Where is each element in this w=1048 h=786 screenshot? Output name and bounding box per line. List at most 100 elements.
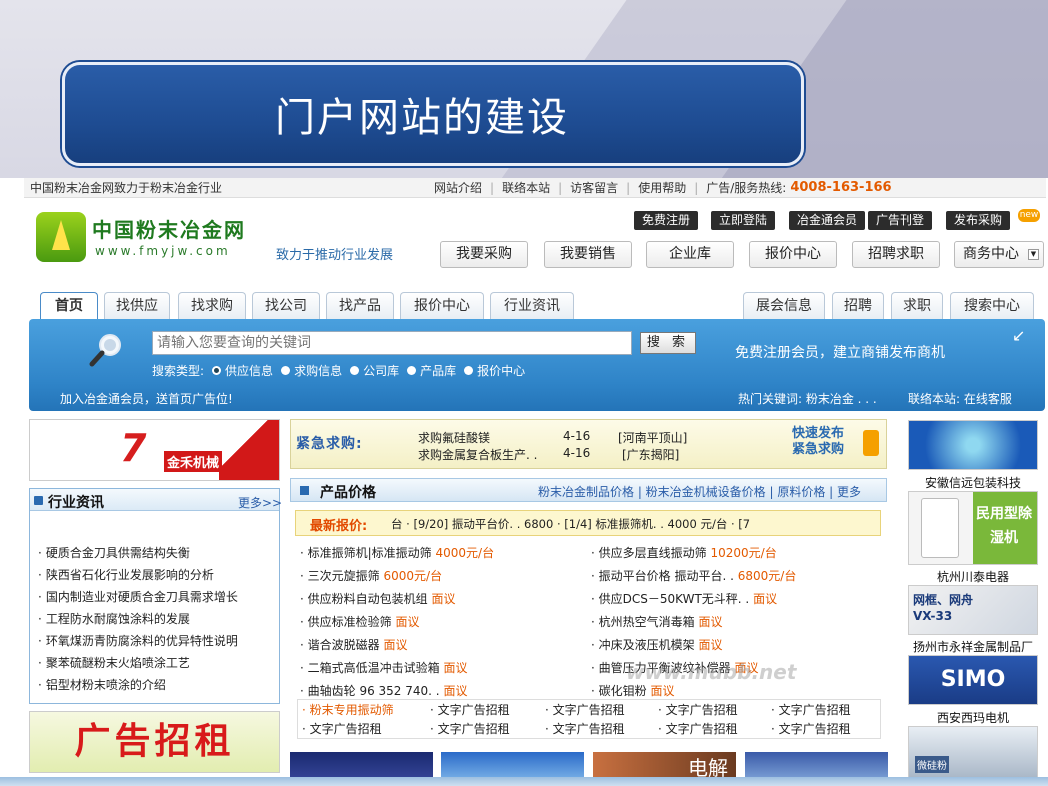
right-ad-simo[interactable]: SIMO — [908, 655, 1038, 705]
news-item[interactable]: 聚苯硫醚粉末火焰喷涂工艺 — [38, 654, 190, 671]
product-price: 面议 — [431, 592, 456, 606]
watermark: www.mubb.net — [626, 660, 797, 684]
product-item[interactable]: · 曲轴齿轮 96 352 740. . 面议 — [300, 682, 467, 699]
text-ad[interactable]: · 文字广告招租 — [771, 701, 851, 718]
register-button[interactable]: 免费注册 — [634, 211, 699, 230]
product-item[interactable]: · 供应标准检验筛 面议 — [300, 613, 420, 630]
tab-recruit[interactable]: 招聘 — [832, 292, 884, 319]
tab-supply[interactable]: 找供应 — [104, 292, 170, 319]
tab-home[interactable]: 首页 — [40, 292, 98, 321]
nav-buy[interactable]: 我要采购 — [440, 241, 528, 268]
right-ad-label[interactable]: 西安西玛电机 — [900, 709, 1046, 726]
product-name: 杭州热空气消毒箱 — [598, 615, 695, 629]
text-ad[interactable]: · 文字广告招租 — [545, 720, 625, 737]
search-input[interactable] — [152, 331, 632, 355]
product-item[interactable]: · 供应多层直线振动筛 10200元/台 — [591, 544, 777, 561]
radio-purchase[interactable] — [281, 366, 291, 375]
ad-decor — [219, 420, 279, 480]
product-price-title: 产品价格 — [320, 485, 376, 501]
link-help[interactable]: 使用帮助 — [638, 179, 686, 196]
tab-search-center[interactable]: 搜索中心 — [950, 292, 1034, 319]
text-ad[interactable]: · 文字广告招租 — [430, 720, 510, 737]
news-item[interactable]: 陕西省石化行业发展影响的分析 — [38, 566, 214, 583]
urgent-item[interactable]: 求购金属复合板生产. . — [418, 446, 537, 463]
tab-purchase[interactable]: 找求购 — [178, 292, 246, 319]
product-item[interactable]: · 碳化钼粉 面议 — [591, 682, 675, 699]
search-button[interactable]: 搜 索 — [640, 332, 696, 354]
tab-quote[interactable]: 报价中心 — [400, 292, 484, 319]
post-purchase-button[interactable]: 发布采购 — [946, 211, 1011, 230]
nav-sell[interactable]: 我要销售 — [544, 241, 632, 268]
news-item[interactable]: 硬质合金刀具供需结构失衡 — [38, 544, 190, 561]
hotline-number: 4008-163-166 — [790, 180, 892, 195]
right-ad-anhui-xinyuan[interactable] — [908, 420, 1038, 470]
tab-job-seek[interactable]: 求职 — [891, 292, 943, 319]
nav-jobs[interactable]: 招聘求职 — [852, 241, 940, 268]
news-item[interactable]: 环氧煤沥青防腐涂料的优异特性说明 — [38, 632, 238, 649]
news-item[interactable]: 铝型材粉末喷涂的介绍 — [38, 676, 166, 693]
login-button[interactable]: 立即登陆 — [711, 211, 776, 230]
right-ad-dehumidifier[interactable]: 民用型除湿机 — [908, 491, 1038, 565]
news-item[interactable]: 国内制造业对硬质合金刀具需求增长 — [38, 588, 238, 605]
product-name: 振动平台价格 振动平台. . — [598, 569, 734, 583]
quick-post-button[interactable]: 快速发布 紧急求购 — [792, 426, 862, 462]
tab-exhibition[interactable]: 展会信息 — [743, 292, 825, 319]
product-item[interactable]: · 供应DCS－50KWT无斗秤. . 面议 — [591, 590, 777, 607]
latest-quote-ticker[interactable]: 台 · [9/20] 振动平台价. . 6800 · [1/4] 标准振筛机. … — [391, 516, 750, 532]
text-ad[interactable]: · 文字广告招租 — [545, 701, 625, 718]
product-price: 面议 — [443, 684, 468, 698]
nav-quote-center[interactable]: 报价中心 — [749, 241, 837, 268]
news-item[interactable]: 工程防水耐腐蚀涂料的发展 — [38, 610, 190, 627]
text-ad[interactable]: · 文字广告招租 — [658, 701, 738, 718]
right-ad-mesh[interactable]: 网框、网舟VX-33 — [908, 585, 1038, 635]
text-ad-label: 文字广告招租 — [552, 722, 625, 736]
microsilica-ad-text: 微硅粉 — [915, 756, 949, 773]
link-site-intro[interactable]: 网站介绍 — [434, 179, 482, 196]
hot-keywords[interactable]: 热门关键词: 粉末冶金 . . . — [738, 390, 877, 407]
text-ad[interactable]: · 文字广告招租 — [430, 701, 510, 718]
text-ad-label: 文字广告招租 — [437, 703, 510, 717]
radio-product[interactable] — [407, 366, 417, 375]
tab-company[interactable]: 找公司 — [252, 292, 320, 319]
product-item[interactable]: · 二箱式高低温冲击试验箱 面议 — [300, 659, 468, 676]
product-category-links[interactable]: 粉末冶金制品价格 | 粉末冶金机械设备价格 | 原料价格 | 更多 — [538, 483, 861, 500]
product-name: 供应多层直线振动筛 — [598, 546, 707, 560]
join-member-link[interactable]: 加入冶金通会员，送首页广告位! — [60, 390, 233, 407]
site-logo-url: www.fmyjw.com — [95, 244, 231, 258]
advertise-button[interactable]: 广告刊登 — [868, 211, 933, 230]
text-ad[interactable]: · 文字广告招租 — [658, 720, 738, 737]
link-guestbook[interactable]: 访客留言 — [570, 179, 618, 196]
tab-news[interactable]: 行业资讯 — [490, 292, 574, 319]
product-item[interactable]: · 标准振筛机|标准振动筛 4000元/台 — [300, 544, 494, 561]
text-ad[interactable]: · 文字广告招租 — [771, 720, 851, 737]
text-ad[interactable]: · 文字广告招租 — [302, 720, 382, 737]
nav-business-center[interactable]: 商务中心 ▼ — [954, 241, 1044, 268]
ad-banner-jinhe[interactable]: 7 金禾机械 — [29, 419, 280, 481]
radio-supply-label: 供应信息 — [225, 364, 274, 378]
product-item[interactable]: · 谐合波脱磁器 面议 — [300, 636, 408, 653]
member-button[interactable]: 冶金通会员 — [789, 211, 866, 230]
product-item[interactable]: · 振动平台价格 振动平台. . 6800元/台 — [591, 567, 796, 584]
site-logo-name[interactable]: 中国粉末冶金网 — [92, 214, 246, 243]
radio-company[interactable] — [350, 366, 360, 375]
radio-quote[interactable] — [464, 366, 474, 375]
product-item[interactable]: · 杭州热空气消毒箱 面议 — [591, 613, 723, 630]
online-service-link[interactable]: 联络本站: 在线客服 — [908, 390, 1012, 407]
product-item[interactable]: · 三次元旋振筛 6000元/台 — [300, 567, 442, 584]
product-item[interactable]: · 冲床及液压机模架 面议 — [591, 636, 723, 653]
link-contact[interactable]: 联络本站 — [502, 179, 550, 196]
news-more-link[interactable]: 更多>> — [238, 494, 282, 511]
right-ad-microsilica[interactable]: 微硅粉 — [908, 726, 1038, 778]
nav-company-db[interactable]: 企业库 — [646, 241, 734, 268]
product-item[interactable]: · 供应粉料自动包装机组 面议 — [300, 590, 456, 607]
urgent-item[interactable]: 求购氟硅酸镁 — [418, 429, 490, 446]
right-ad-label[interactable]: 杭州川泰电器 — [900, 568, 1046, 585]
site-logo-icon[interactable] — [36, 212, 86, 262]
tab-product[interactable]: 找产品 — [326, 292, 394, 319]
text-ad[interactable]: · 粉末专用振动筛 — [302, 701, 394, 718]
right-ad-label[interactable]: 扬州市永祥金属制品厂 — [900, 638, 1046, 655]
radio-supply[interactable] — [212, 366, 222, 375]
right-ad-label[interactable]: 安徽信远包装科技 — [900, 474, 1046, 491]
register-promo-link[interactable]: 免费注册会员，建立商铺发布商机 — [735, 342, 945, 362]
ad-banner-for-rent[interactable]: 广告招租 — [29, 711, 280, 773]
